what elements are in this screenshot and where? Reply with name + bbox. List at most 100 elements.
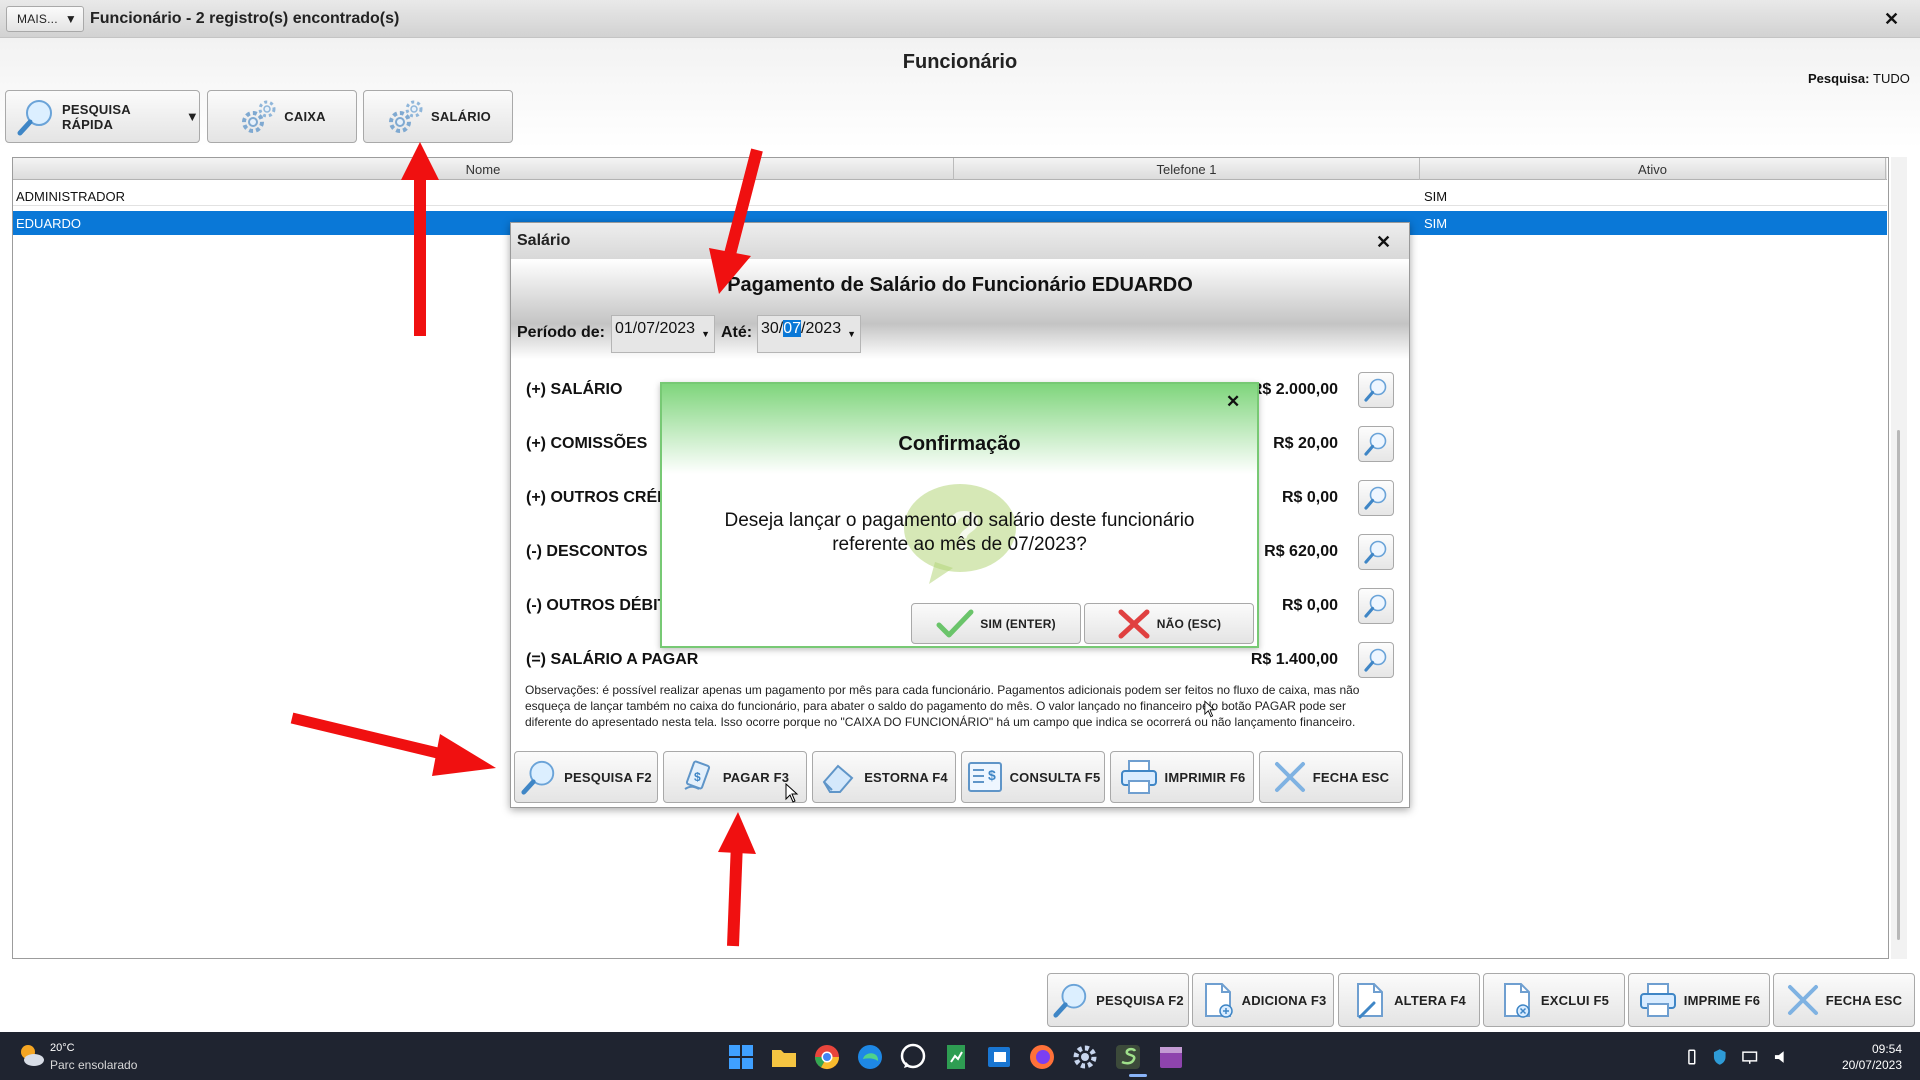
confirm-yes-button[interactable]: SIM (ENTER) <box>911 603 1081 644</box>
salary-row-label: (-) DESCONTOS <box>526 543 648 560</box>
other-debits-detail-button[interactable] <box>1358 588 1394 624</box>
new-document-icon <box>1204 983 1233 1018</box>
money-hand-icon: $ <box>684 760 710 790</box>
gears-icon <box>389 100 423 133</box>
confirm-dialog-header <box>662 384 1257 474</box>
erp-app-icon[interactable] <box>1113 1042 1143 1072</box>
confirm-dialog-close-icon[interactable]: ✕ <box>1226 392 1240 412</box>
weather-sun-cloud-icon <box>21 1045 44 1066</box>
spreadsheet-icon[interactable] <box>941 1042 971 1072</box>
edit-f4-label: ALTERA F4 <box>1394 992 1466 1008</box>
date-from-field[interactable]: 01/07/2023 ▼ <box>611 315 715 353</box>
confirm-message-line1: Deseja lançar o pagamento do salário des… <box>724 510 1195 531</box>
mouse-cursor-icon <box>785 783 799 803</box>
dialog-search-f2-label: PESQUISA F2 <box>564 769 652 785</box>
print-f6-button[interactable]: IMPRIME F6 <box>1628 973 1770 1027</box>
firefox-icon[interactable] <box>1027 1042 1057 1072</box>
other-credits-detail-button[interactable] <box>1358 480 1394 516</box>
until-label: Até: <box>721 324 753 341</box>
salary-detail-button[interactable] <box>1358 372 1394 408</box>
column-header-nome[interactable]: Nome <box>13 158 954 180</box>
chevron-down-icon[interactable]: ▼ <box>701 329 710 339</box>
chevron-down-icon[interactable]: ▼ <box>847 329 856 339</box>
taskbar-time[interactable]: 09:54 <box>1842 1042 1902 1056</box>
security-shield-icon[interactable] <box>1712 1048 1728 1066</box>
checkmark-icon <box>936 609 974 637</box>
edge-icon[interactable] <box>855 1042 885 1072</box>
printer-icon <box>1639 983 1676 1017</box>
clapperboard-icon[interactable] <box>1156 1042 1186 1072</box>
chevron-down-icon: ▼ <box>185 109 199 124</box>
chrome-icon[interactable] <box>812 1042 842 1072</box>
svg-text:$: $ <box>988 767 996 783</box>
close-esc-button[interactable]: FECHA ESC <box>1773 973 1915 1027</box>
date-to-field[interactable]: 30/07/2023 ▼ <box>757 315 861 353</box>
usb-icon[interactable] <box>1686 1048 1698 1066</box>
delete-f5-button[interactable]: EXCLUI F5 <box>1483 973 1625 1027</box>
net-salary-detail-button[interactable] <box>1358 642 1394 678</box>
mouse-cursor-icon <box>1204 700 1216 718</box>
magnifier-icon <box>1364 432 1387 456</box>
salary-dialog-close-icon[interactable]: ✕ <box>1376 232 1391 253</box>
commissions-detail-button[interactable] <box>1358 426 1394 462</box>
column-header-ativo[interactable]: Ativo <box>1420 158 1886 180</box>
observations-text: Observações: é possível realizar apenas … <box>525 683 1360 729</box>
salary-row-label: (=) SALÁRIO A PAGAR <box>526 651 699 668</box>
salary-row-label: (+) COMISSÕES <box>526 435 648 452</box>
search-scope: Pesquisa: TUDO <box>1808 71 1910 86</box>
date-to-year: /2023 <box>801 320 842 337</box>
print-f6-label: IMPRIME F6 <box>1683 992 1761 1008</box>
search-scope-label: Pesquisa: <box>1808 71 1870 86</box>
gears-icon <box>242 100 276 133</box>
add-f3-button[interactable]: ADICIONA F3 <box>1192 973 1334 1027</box>
magnifier-icon <box>1364 378 1387 402</box>
date-from-value: 01/07/2023 <box>615 320 696 337</box>
magnifier-icon <box>17 99 52 135</box>
confirm-no-button[interactable]: NÃO (ESC) <box>1084 603 1254 644</box>
dialog-search-f2-button[interactable]: PESQUISA F2 <box>514 751 658 803</box>
discounts-detail-button[interactable] <box>1358 534 1394 570</box>
taskbar-date[interactable]: 20/07/2023 <box>1832 1058 1902 1072</box>
period-label: Período de: <box>517 324 606 341</box>
volume-icon[interactable] <box>1773 1049 1790 1065</box>
quick-search-button[interactable]: PESQUISA RÁPIDA ▼ <box>5 90 200 143</box>
column-header-telefone[interactable]: Telefone 1 <box>954 158 1420 180</box>
outlook-icon[interactable] <box>984 1042 1014 1072</box>
file-explorer-icon[interactable] <box>769 1042 799 1072</box>
page-title: Funcionário <box>902 51 1018 73</box>
print-f6-dialog-button[interactable]: IMPRIMIR F6 <box>1110 751 1254 803</box>
search-scope-value: TUDO <box>1873 71 1910 86</box>
salary-label: SALÁRIO <box>431 109 491 124</box>
more-dropdown-button[interactable]: MAIS... ▼ <box>6 6 84 32</box>
magnifier-icon <box>1053 983 1087 1018</box>
whatsapp-icon[interactable] <box>898 1042 928 1072</box>
network-icon[interactable] <box>1741 1049 1758 1065</box>
eraser-icon <box>822 764 854 793</box>
query-f5-button[interactable]: $ CONSULTA F5 <box>961 751 1105 803</box>
cash-button[interactable]: CAIXA <box>207 90 357 143</box>
confirm-no-label: NÃO (ESC) <box>1156 616 1222 631</box>
date-to-day: 30/ <box>761 320 784 337</box>
delete-document-icon <box>1503 983 1530 1018</box>
edit-document-icon <box>1357 983 1384 1019</box>
reverse-f4-label: ESTORNA F4 <box>864 769 948 785</box>
magnifier-icon <box>521 760 555 795</box>
window-close-icon[interactable]: ✕ <box>1884 9 1899 30</box>
svg-text:$: $ <box>694 770 701 784</box>
weather-description: Parc ensolarado <box>50 1058 138 1072</box>
salary-dialog-titlebar <box>511 223 1409 259</box>
printer-icon <box>1120 760 1157 794</box>
date-to-value: 30/07/2023 <box>761 320 841 338</box>
edit-f4-button[interactable]: ALTERA F4 <box>1338 973 1480 1027</box>
settings-gear-icon[interactable] <box>1070 1042 1100 1072</box>
more-button-label: MAIS... <box>17 12 58 26</box>
windows-start-icon[interactable] <box>726 1042 756 1072</box>
grid-scrollbar-thumb[interactable] <box>1897 430 1900 940</box>
close-esc-dialog-button[interactable]: FECHA ESC <box>1259 751 1403 803</box>
salary-button[interactable]: SALÁRIO <box>363 90 513 143</box>
table-row[interactable] <box>13 183 1887 206</box>
confirm-message-line2: referente ao mês de 07/2023? <box>832 534 1087 555</box>
search-f2-button[interactable]: PESQUISA F2 <box>1047 973 1189 1027</box>
red-x-icon <box>1118 609 1150 638</box>
reverse-f4-button[interactable]: ESTORNA F4 <box>812 751 956 803</box>
